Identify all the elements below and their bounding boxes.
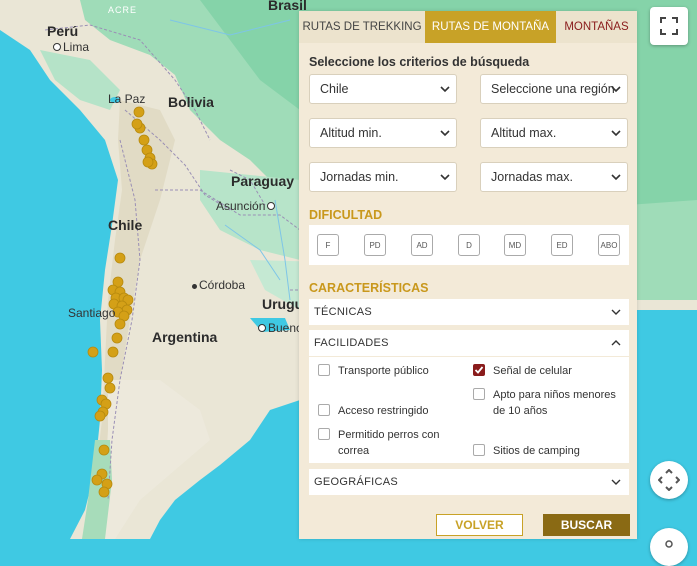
route-marker[interactable]: [87, 346, 99, 358]
altitude-min-select[interactable]: Altitud min.: [309, 118, 457, 148]
back-button[interactable]: VOLVER: [436, 514, 523, 536]
chevron-down-icon: [611, 309, 621, 315]
country-select[interactable]: Chile: [309, 74, 457, 104]
route-marker[interactable]: [98, 486, 110, 498]
chevron-up-icon: [611, 340, 621, 346]
difficulty-selector: F PD AD D MD ED ABO: [309, 225, 629, 265]
chevron-down-icon: [611, 86, 621, 93]
checkbox-box[interactable]: [473, 388, 485, 400]
search-button[interactable]: BUSCAR: [543, 514, 630, 536]
route-marker[interactable]: [104, 382, 116, 394]
days-min-select[interactable]: Jornadas min.: [309, 162, 457, 192]
checkbox-box[interactable]: [318, 364, 330, 376]
tab-rutas-montana[interactable]: RUTAS DE MONTAÑA: [425, 11, 556, 43]
checkbox-apto-ninos[interactable]: Apto para niños menores de 10 años: [473, 387, 625, 419]
difficulty-ed-button[interactable]: ED: [551, 234, 573, 256]
chevron-down-icon: [440, 130, 450, 137]
chevron-down-icon: [611, 479, 621, 485]
checkmark-icon: [474, 366, 484, 374]
checkbox-box[interactable]: [473, 444, 485, 456]
country-label-argentina: Argentina: [152, 329, 218, 345]
features-title: CARACTERÍSTICAS: [309, 281, 429, 295]
altitude-max-select[interactable]: Altitud max.: [480, 118, 628, 148]
region-select[interactable]: Seleccione una región: [480, 74, 628, 104]
route-marker[interactable]: [138, 134, 150, 146]
route-marker[interactable]: [91, 474, 103, 486]
checkbox-acceso-restringido[interactable]: Acceso restringido: [318, 403, 429, 419]
difficulty-abo-button[interactable]: ABO: [598, 234, 620, 256]
difficulty-ad-button[interactable]: AD: [411, 234, 433, 256]
street-view-button[interactable]: [650, 528, 688, 566]
tab-bar: RUTAS DE TREKKING RUTAS DE MONTAÑA MONTA…: [299, 11, 637, 43]
difficulty-md-button[interactable]: MD: [504, 234, 526, 256]
route-marker[interactable]: [102, 372, 114, 384]
chevron-down-icon: [611, 130, 621, 137]
pegman-icon: [665, 540, 673, 548]
difficulty-pd-button[interactable]: PD: [364, 234, 386, 256]
accordion-tecnicas[interactable]: TÉCNICAS: [309, 299, 629, 325]
city-label-lima: Lima: [53, 40, 89, 54]
route-marker[interactable]: [114, 252, 126, 264]
difficulty-f-button[interactable]: F: [317, 234, 339, 256]
accordion-facilidades[interactable]: FACILIDADES: [309, 330, 629, 356]
country-label-bolivia: Bolivia: [168, 94, 214, 110]
chevron-down-icon: [440, 174, 450, 181]
difficulty-title: DIFICULTAD: [309, 208, 383, 222]
chevron-down-icon: [611, 174, 621, 181]
city-label-santiago: Santiago: [68, 306, 116, 320]
pan-arrows-icon: [658, 469, 680, 491]
route-marker[interactable]: [131, 118, 143, 130]
facilities-options: Transporte público Señal de celular Acce…: [309, 357, 629, 463]
checkbox-senal-celular[interactable]: Señal de celular: [473, 363, 572, 379]
route-marker[interactable]: [94, 410, 106, 422]
route-marker[interactable]: [107, 346, 119, 358]
checkbox-box[interactable]: [318, 428, 330, 440]
city-label-asuncion: Asunción: [216, 199, 276, 213]
region-label: ACRE: [108, 5, 138, 15]
fullscreen-icon: [660, 17, 678, 35]
criteria-title: Seleccione los criterios de búsqueda: [309, 55, 530, 69]
search-panel: RUTAS DE TREKKING RUTAS DE MONTAÑA MONTA…: [299, 11, 637, 539]
chevron-down-icon: [440, 86, 450, 93]
country-label-peru: Perú: [47, 23, 79, 39]
tab-montanas[interactable]: MONTAÑAS: [556, 11, 637, 43]
tab-rutas-trekking[interactable]: RUTAS DE TREKKING: [299, 11, 425, 43]
checkbox-transporte-publico[interactable]: Transporte público: [318, 363, 429, 379]
city-label-la-paz: La Paz: [108, 92, 146, 106]
checkbox-perros-correa[interactable]: Permitido perros con correa: [318, 427, 458, 459]
fullscreen-button[interactable]: [650, 7, 688, 45]
country-label-chile: Chile: [108, 217, 143, 233]
route-marker[interactable]: [133, 106, 145, 118]
city-label-cordoba: Córdoba: [192, 278, 245, 292]
route-marker[interactable]: [142, 156, 154, 168]
route-marker[interactable]: [111, 332, 123, 344]
difficulty-d-button[interactable]: D: [458, 234, 480, 256]
country-label-paraguay: Paraguay: [231, 173, 295, 189]
route-marker[interactable]: [114, 318, 126, 330]
route-marker[interactable]: [98, 444, 110, 456]
pan-control-button[interactable]: [650, 461, 688, 499]
checkbox-checked[interactable]: [473, 364, 485, 376]
checkbox-sitios-camping[interactable]: Sitios de camping: [473, 443, 580, 459]
days-max-select[interactable]: Jornadas max.: [480, 162, 628, 192]
accordion-geograficas[interactable]: GEOGRÁFICAS: [309, 469, 629, 495]
checkbox-box[interactable]: [318, 404, 330, 416]
